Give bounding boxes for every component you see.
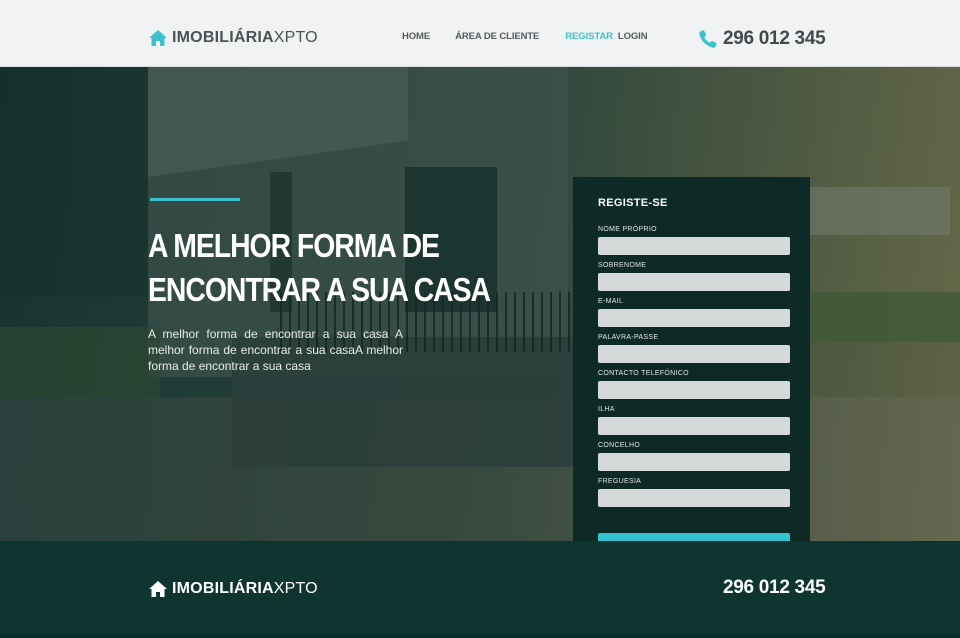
- field-label: ILHA: [598, 406, 615, 413]
- first-name-input[interactable]: [598, 237, 790, 255]
- register-submit-button[interactable]: REGISTAR: [598, 533, 790, 541]
- field-last-name: SOBRENOME: [598, 261, 790, 291]
- field-label: PALAVRA-PASSE: [598, 334, 659, 341]
- field-password: PALAVRA-PASSE: [598, 333, 790, 363]
- footer-brand-logo[interactable]: IMOBILIÁRIA XPTO: [149, 579, 318, 599]
- house-icon: [149, 581, 167, 597]
- field-label: FREGUESIA: [598, 478, 642, 485]
- phone-number: 296 012 345: [723, 28, 826, 49]
- hero-description: A melhor forma de encontrar a sua casa A…: [148, 327, 403, 373]
- brand-name-bold: IMOBILIÁRIA: [172, 29, 274, 46]
- parish-input[interactable]: [598, 489, 790, 507]
- nav-client-area[interactable]: ÁREA DE CLIENTE: [455, 31, 539, 42]
- footer-phone-number[interactable]: 296 012 345: [723, 577, 826, 599]
- field-label: CONTACTO TELEFÓNICO: [598, 370, 689, 377]
- main-nav: HOME ÁREA DE CLIENTE REGISTAR LOGIN: [402, 31, 648, 42]
- hero-section: A MELHOR FORMA DE ENCONTRAR A SUA CASA A…: [0, 67, 960, 541]
- hero-title: A MELHOR FORMA DE ENCONTRAR A SUA CASA: [148, 224, 491, 312]
- municipality-input[interactable]: [598, 453, 790, 471]
- island-input[interactable]: [598, 417, 790, 435]
- field-label: CONCELHO: [598, 442, 641, 449]
- field-first-name: NOME PRÓPRIO: [598, 225, 790, 255]
- field-parish: FREGUESIA: [598, 477, 790, 507]
- header-phone[interactable]: 296 012 345: [699, 28, 826, 50]
- house-icon: [149, 30, 167, 46]
- form-title: REGISTE-SE: [598, 197, 668, 209]
- email-input[interactable]: [598, 309, 790, 327]
- site-footer: IMOBILIÁRIA XPTO 296 012 345: [0, 541, 960, 638]
- field-municipality: CONCELHO: [598, 441, 790, 471]
- brand-logo[interactable]: IMOBILIÁRIA XPTO: [149, 28, 318, 48]
- password-input[interactable]: [598, 345, 790, 363]
- site-header: IMOBILIÁRIA XPTO HOME ÁREA DE CLIENTE RE…: [0, 0, 960, 67]
- hero-title-line: A MELHOR FORMA DE: [148, 227, 440, 264]
- field-email: E-MAIL: [598, 297, 790, 327]
- phone-input[interactable]: [598, 381, 790, 399]
- nav-register[interactable]: REGISTAR: [565, 31, 613, 42]
- field-island: ILHA: [598, 405, 790, 435]
- phone-icon: [699, 30, 717, 48]
- footer-brand-light: XPTO: [273, 580, 318, 597]
- field-label: E-MAIL: [598, 298, 624, 305]
- footer-brand-bold: IMOBILIÁRIA: [172, 580, 274, 597]
- brand-name-light: XPTO: [273, 29, 318, 46]
- footer-bottom-line: [0, 634, 960, 638]
- nav-login[interactable]: LOGIN: [618, 31, 648, 42]
- register-form: REGISTE-SE NOME PRÓPRIO SOBRENOME E-MAIL…: [573, 177, 810, 541]
- hero-title-line: ENCONTRAR A SUA CASA: [148, 271, 491, 308]
- nav-home[interactable]: HOME: [402, 31, 430, 42]
- hero-accent-line: [150, 198, 240, 201]
- field-label: SOBRENOME: [598, 262, 647, 269]
- field-phone: CONTACTO TELEFÓNICO: [598, 369, 790, 399]
- last-name-input[interactable]: [598, 273, 790, 291]
- field-label: NOME PRÓPRIO: [598, 226, 657, 233]
